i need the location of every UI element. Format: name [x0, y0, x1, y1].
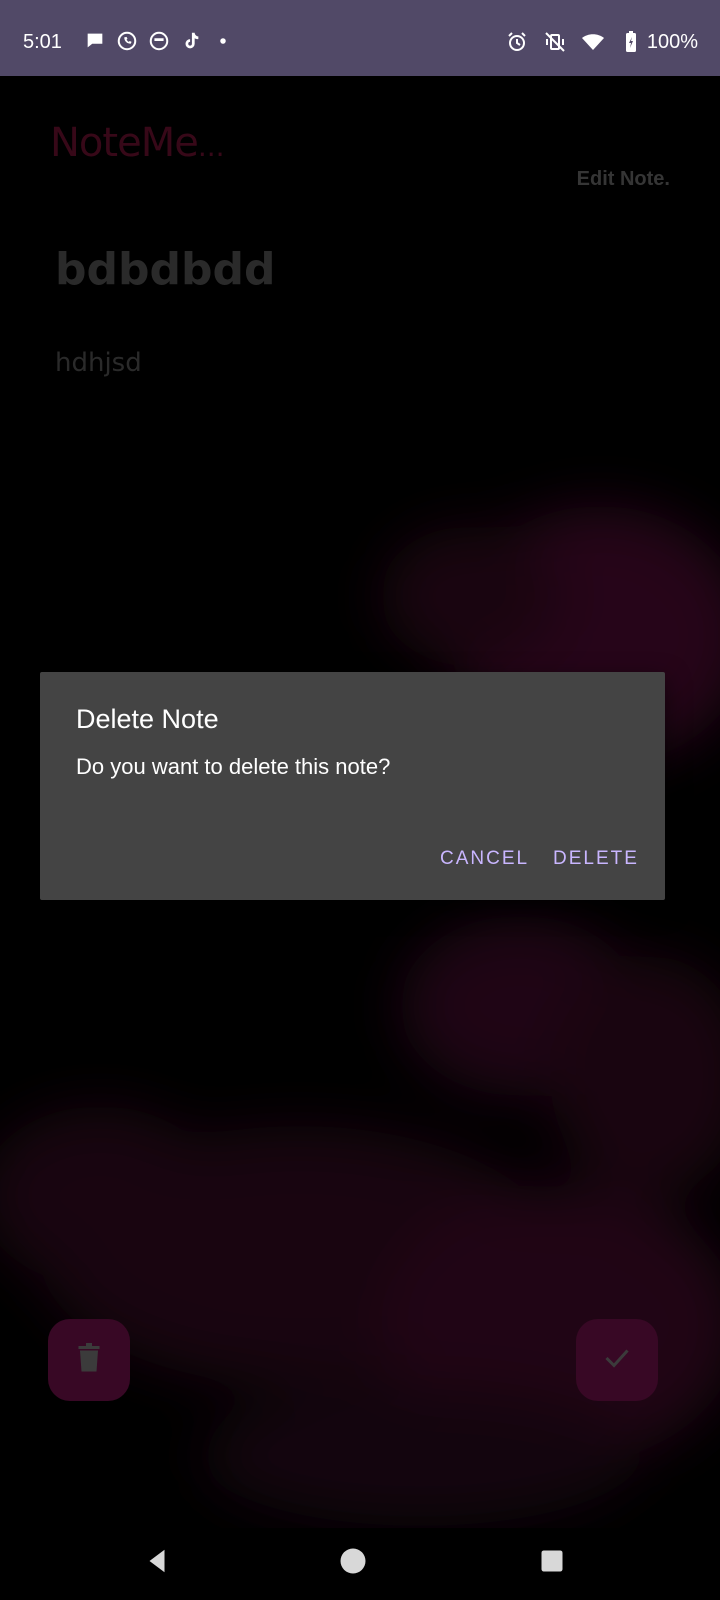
dialog-message: Do you want to delete this note? [76, 754, 391, 779]
bag-app-icon [148, 30, 170, 52]
tiktok-icon [180, 30, 202, 52]
battery-percent: 100% [646, 30, 698, 53]
whatsapp-icon [116, 30, 138, 52]
recents-icon[interactable] [538, 1546, 566, 1580]
status-time: 5:01 [23, 31, 62, 53]
battery-icon [619, 30, 643, 54]
wifi-icon [581, 30, 605, 54]
dialog-title: Delete Note [76, 704, 219, 734]
alarm-icon [505, 30, 529, 54]
vibrate-off-icon [543, 30, 567, 54]
notification-icons [84, 30, 234, 52]
navigation-bar [0, 1528, 720, 1600]
home-icon[interactable] [338, 1546, 368, 1580]
cancel-button[interactable]: CANCEL [440, 848, 529, 870]
back-icon[interactable] [142, 1546, 172, 1580]
status-bar: 5:01 100% [0, 0, 720, 76]
confirm-delete-button[interactable]: DELETE [553, 848, 639, 870]
delete-note-dialog: Delete Note Do you want to delete this n… [40, 672, 665, 900]
system-status-icons: 100% [505, 30, 698, 54]
chat-bubble-icon [84, 30, 106, 52]
dot-icon [212, 30, 234, 52]
